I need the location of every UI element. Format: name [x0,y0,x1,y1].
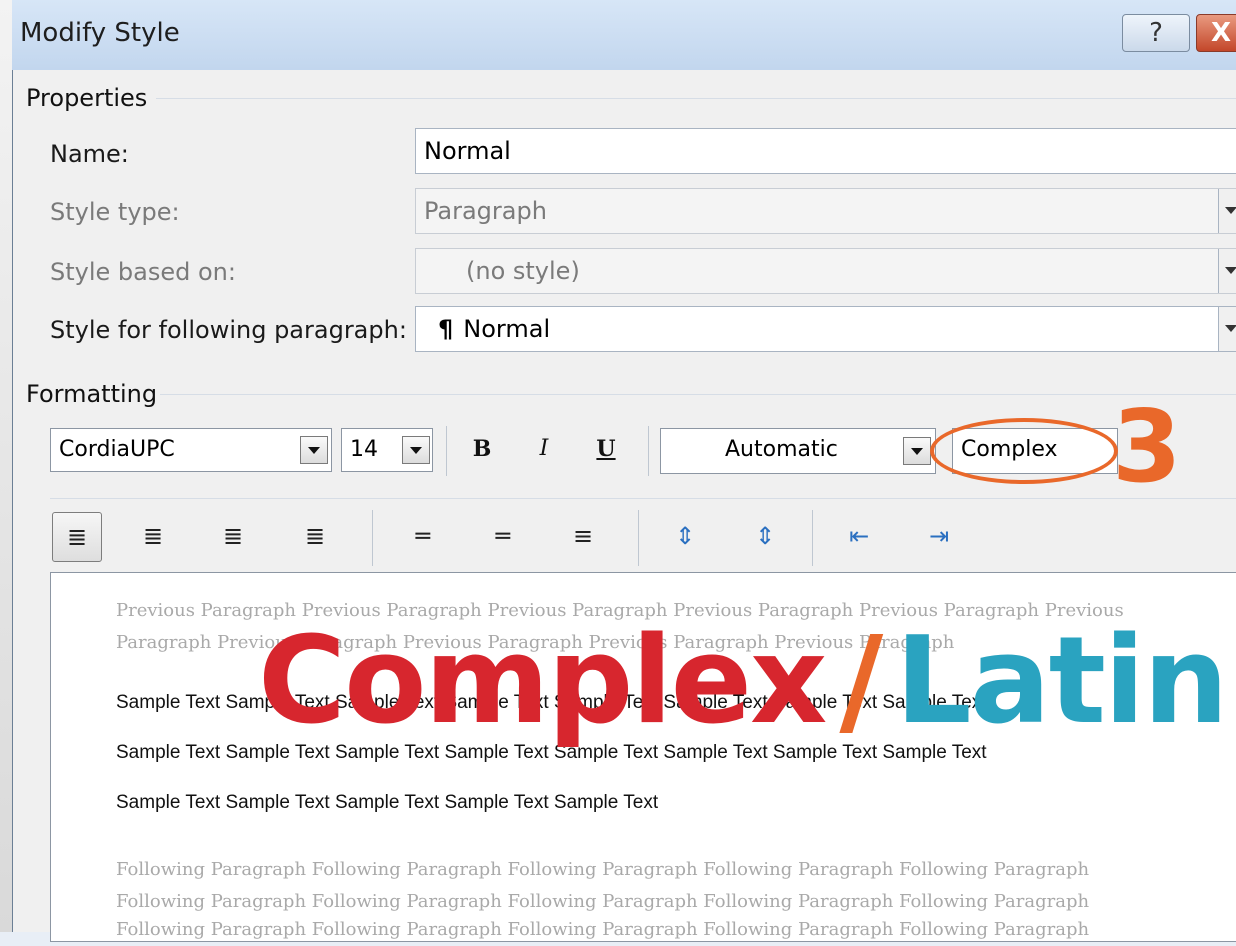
align-center-button[interactable]: ≣ [128,512,178,562]
style-type-dropdown-icon [1218,189,1236,233]
toolbar-divider [50,498,1236,499]
decrease-indent-icon: ⇤ [848,522,870,550]
properties-heading: Properties [26,84,148,112]
style-type-label: Style type: [50,198,180,226]
italic-button[interactable]: I [530,436,558,461]
formatting-heading: Formatting [26,380,158,408]
align-left-button[interactable]: ≣ [52,512,102,562]
spacing-double-icon: ≡ [572,522,594,550]
following-paragraph-dropdown-icon[interactable] [1218,307,1236,351]
underline-button[interactable]: U [592,436,620,462]
overlay-latin-text: Latin [895,612,1228,751]
spacing-1-5-icon: ═ [495,522,511,550]
formatting-divider [160,394,1236,395]
based-on-dropdown-icon [1218,249,1236,293]
overlay-complex-text: Complex [258,612,827,751]
bold-button[interactable]: B [468,436,496,462]
toolbar-separator [648,426,649,476]
line-spacing-1-5-button[interactable]: ═ [478,512,528,562]
space-before-icon: ⇕ [674,522,696,550]
style-type-value: Paragraph [424,197,547,225]
script-highlight-ellipse [930,418,1118,484]
name-input[interactable]: Normal [415,128,1236,174]
style-type-select: Paragraph [415,188,1236,234]
space-after-button[interactable]: ⇕ [740,512,790,562]
step-number-annotation: 3 [1112,388,1182,505]
space-after-icon: ⇕ [754,522,776,550]
overlay-slash-text: / [839,612,883,751]
font-name-dropdown-icon[interactable] [300,436,328,464]
align-right-icon: ≣ [222,522,244,550]
based-on-label: Style based on: [50,258,236,286]
name-label: Name: [50,140,129,168]
pilcrow-icon: ¶ [438,315,454,343]
toolbar-separator [446,426,447,476]
font-name-combo[interactable]: CordiaUPC [50,428,332,472]
justify-icon: ≣ [304,522,326,550]
font-color-combo[interactable]: Automatic [660,428,936,474]
help-button[interactable]: ? [1122,14,1190,52]
close-icon: X [1211,18,1232,48]
toolbar-separator [372,510,373,566]
dialog-title: Modify Style [20,18,180,48]
preview-sample-line: Sample Text Sample Text Sample Text Samp… [116,792,659,813]
complex-latin-overlay: Complex / Latin [258,612,1229,751]
following-paragraph-value: Normal [463,315,551,343]
following-paragraph-select[interactable]: ¶ Normal [415,306,1236,352]
preview-following-line: Following Paragraph Following Paragraph … [116,919,1090,940]
properties-divider [156,98,1236,99]
font-color-dropdown-icon[interactable] [903,437,931,465]
line-spacing-double-button[interactable]: ≡ [558,512,608,562]
based-on-value: (no style) [466,257,580,285]
increase-indent-button[interactable]: ⇥ [914,512,964,562]
following-paragraph-label: Style for following paragraph: [50,316,407,344]
align-left-icon: ≣ [66,523,88,551]
font-size-dropdown-icon[interactable] [402,436,430,464]
help-icon: ? [1149,18,1163,48]
space-before-button[interactable]: ⇕ [660,512,710,562]
based-on-select: (no style) [415,248,1236,294]
spacing-single-icon: ═ [415,522,431,550]
close-button[interactable]: X [1196,14,1236,52]
preview-following-line: Following Paragraph Following Paragraph … [116,859,1090,880]
title-bar [12,0,1236,70]
toolbar-separator [638,510,639,566]
line-spacing-single-button[interactable]: ═ [398,512,448,562]
increase-indent-icon: ⇥ [928,522,950,550]
toolbar-separator [812,510,813,566]
decrease-indent-button[interactable]: ⇤ [834,512,884,562]
align-center-icon: ≣ [142,522,164,550]
align-right-button[interactable]: ≣ [208,512,258,562]
justify-button[interactable]: ≣ [290,512,340,562]
